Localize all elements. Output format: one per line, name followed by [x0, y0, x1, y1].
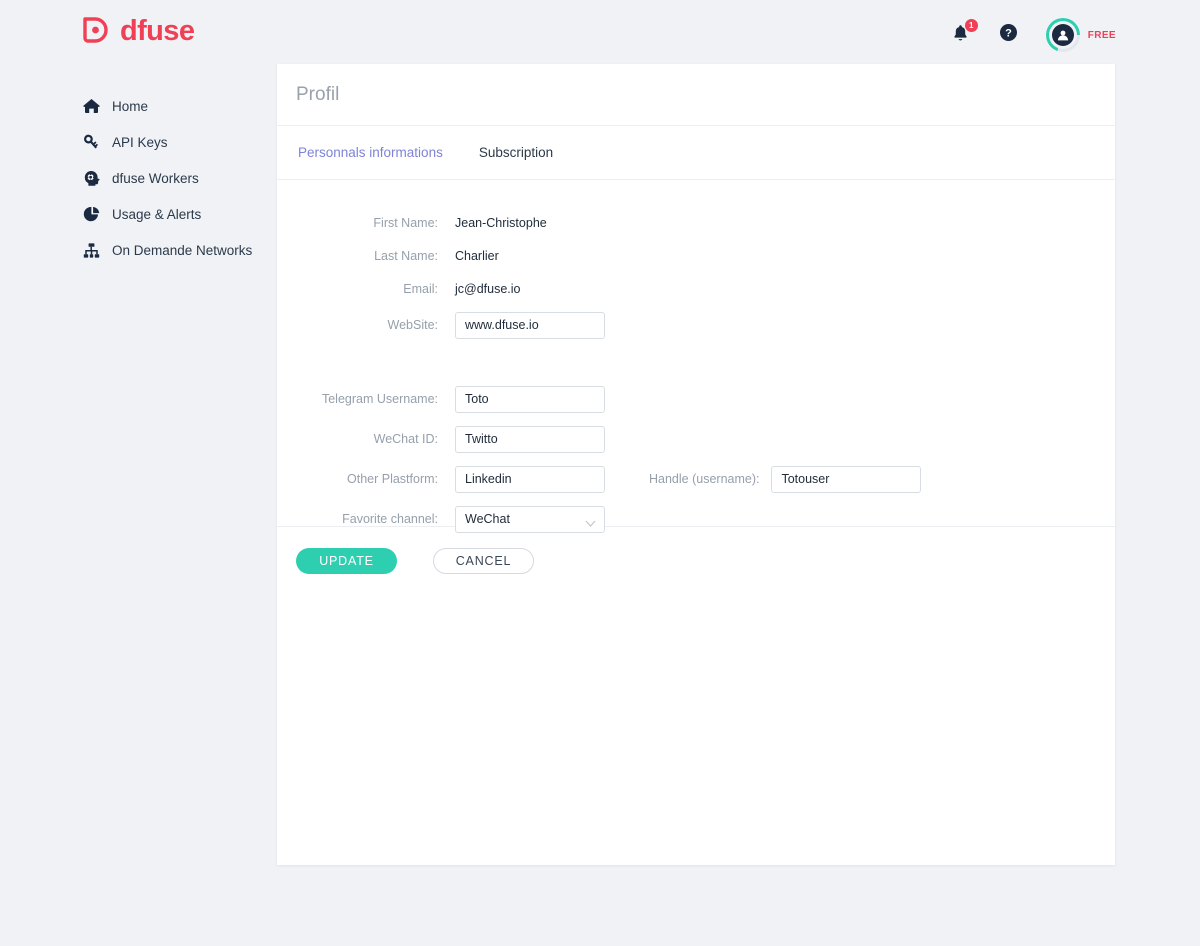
pie-chart-icon — [82, 205, 100, 223]
sidebar-item-label: Home — [112, 98, 149, 114]
help-button[interactable]: ? — [998, 23, 1020, 47]
website-input[interactable] — [455, 311, 605, 339]
brand-logo[interactable]: dfuse — [80, 14, 195, 47]
user-avatar-icon — [1051, 24, 1074, 46]
notification-badge: 1 — [964, 19, 978, 32]
handle-label: Handle (username): — [649, 472, 760, 486]
telegram-username-row: Telegram Username: — [277, 379, 1115, 419]
svg-text:?: ? — [1005, 28, 1012, 40]
dfuse-droplet-logo-icon — [80, 16, 110, 46]
wechat-id-input[interactable] — [455, 425, 605, 453]
card-header: Profil — [277, 64, 1115, 126]
favorite-channel-value[interactable] — [455, 505, 605, 533]
handle-group: Handle (username): — [649, 465, 922, 493]
plan-badge: FREE — [1087, 29, 1116, 41]
email-row: Email: jc@dfuse.io — [277, 272, 1115, 305]
sitemap-network-icon — [82, 241, 100, 259]
website-label: WebSite: — [387, 318, 439, 332]
other-platform-input[interactable] — [455, 465, 605, 493]
handle-input[interactable] — [771, 465, 922, 493]
first-name-value: Jean-Christophe — [455, 215, 547, 230]
sidebar-item-dfuse-workers[interactable]: dfuse Workers — [0, 160, 277, 196]
sidebar-item-label: On Demande Networks — [112, 242, 253, 258]
sidebar: Home API Keys dfuse Workers Usage & Aler… — [0, 88, 277, 268]
update-button[interactable]: UPDATE — [296, 548, 397, 574]
top-bar-actions: 1 ? FREE — [950, 18, 1116, 52]
first-name-row: First Name: Jean-Christophe — [277, 206, 1115, 239]
favorite-channel-select[interactable] — [455, 505, 605, 533]
other-platform-row: Other Plastform: Handle (username): — [277, 459, 1115, 499]
top-bar: dfuse 1 ? FREE — [0, 0, 1200, 66]
last-name-row: Last Name: Charlier — [277, 239, 1115, 272]
other-platform-label: Other Plastform: — [347, 472, 438, 486]
home-icon — [82, 97, 100, 115]
favorite-channel-row: Favorite channel: — [277, 499, 1115, 539]
brain-head-icon — [82, 169, 100, 187]
avatar — [1045, 18, 1080, 52]
telegram-username-label: Telegram Username: — [321, 392, 438, 406]
sidebar-item-on-demande-networks[interactable]: On Demande Networks — [0, 232, 277, 268]
tab-personnals-informations[interactable]: Personnals informations — [298, 145, 443, 160]
help-circle-icon: ? — [999, 23, 1018, 47]
tab-bar: Personnals informations Subscription — [277, 126, 1115, 180]
sidebar-item-api-keys[interactable]: API Keys — [0, 124, 277, 160]
first-name-label: First Name: — [373, 215, 438, 230]
sidebar-item-usage-alerts[interactable]: Usage & Alerts — [0, 196, 277, 232]
email-label: Email: — [403, 281, 438, 296]
account-menu[interactable]: FREE — [1045, 18, 1116, 52]
sidebar-item-label: Usage & Alerts — [112, 206, 202, 222]
last-name-value: Charlier — [455, 248, 499, 263]
key-icon — [82, 133, 100, 151]
sidebar-item-label: API Keys — [112, 134, 168, 150]
brand-name: dfuse — [120, 14, 195, 47]
wechat-id-row: WeChat ID: — [277, 419, 1115, 459]
form-spacer — [277, 345, 1115, 379]
personal-information-form: First Name: Jean-Christophe Last Name: C… — [277, 180, 1115, 533]
sidebar-item-label: dfuse Workers — [112, 170, 199, 186]
email-value: jc@dfuse.io — [455, 281, 521, 296]
favorite-channel-label: Favorite channel: — [342, 512, 438, 526]
wechat-id-label: WeChat ID: — [373, 432, 438, 446]
notifications-button[interactable]: 1 — [950, 19, 978, 47]
page-title: Profil — [296, 83, 340, 105]
profile-card: Profil Personnals informations Subscript… — [277, 64, 1115, 865]
cancel-button[interactable]: CANCEL — [433, 548, 534, 574]
sidebar-item-home[interactable]: Home — [0, 88, 277, 124]
telegram-username-input[interactable] — [455, 385, 605, 413]
website-row: WebSite: — [277, 305, 1115, 345]
tab-subscription[interactable]: Subscription — [479, 145, 553, 160]
last-name-label: Last Name: — [374, 248, 438, 263]
